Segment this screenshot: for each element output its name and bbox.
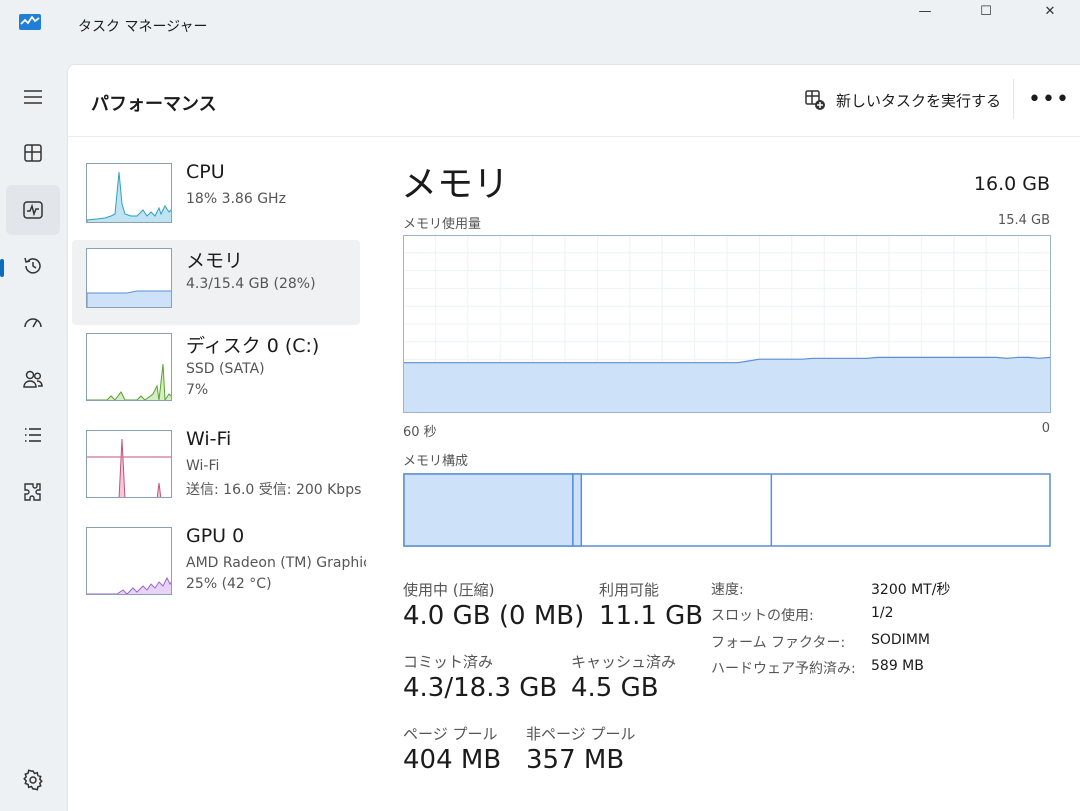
- hardware-reserved-label: ハードウェア予約済み:: [711, 661, 856, 677]
- perf-item-cpu[interactable]: CPU 18% 3.86 GHz: [72, 155, 360, 240]
- nonpaged-pool-value: 357 MB: [526, 745, 625, 775]
- speed-label: 速度:: [711, 582, 744, 598]
- slots-value: 1/2: [871, 605, 894, 621]
- hamburger-menu-button[interactable]: [6, 72, 60, 122]
- perf-item-detail: AMD Radeon (TM) Graphics: [186, 555, 366, 571]
- perf-item-disk[interactable]: ディスク 0 (C:) SSD (SATA) 7%: [72, 325, 360, 410]
- settings-gear-icon: [23, 769, 43, 791]
- command-bar: パフォーマンス 新しいタスクを実行する •••: [68, 65, 1080, 137]
- form-factor-value: SODIMM: [871, 632, 930, 648]
- minimize-button[interactable]: —: [895, 0, 955, 22]
- cached-value: 4.5 GB: [571, 673, 659, 703]
- wifi-thumbnail-graph: [86, 430, 172, 498]
- cached-label: キャッシュ済み: [571, 653, 677, 671]
- paged-pool-label: ページ プール: [403, 725, 498, 743]
- perf-item-gpu[interactable]: GPU 0 AMD Radeon (TM) Graphics 25% (42 °…: [72, 519, 366, 604]
- window-title: タスク マネージャー: [78, 19, 208, 35]
- nav-users[interactable]: [6, 354, 60, 404]
- run-new-task-button[interactable]: 新しいタスクを実行する: [804, 89, 1001, 111]
- hardware-reserved-value: 589 MB: [871, 658, 924, 674]
- history-icon: [24, 257, 41, 274]
- axis-left-label: 60 秒: [403, 425, 437, 440]
- cpu-thumbnail-graph: [86, 163, 172, 223]
- performance-list: CPU 18% 3.86 GHz メモリ 4.3/15.4 GB (28%) デ…: [72, 155, 366, 604]
- composition-modified: [572, 473, 583, 547]
- nav-app-history[interactable]: [6, 241, 60, 291]
- memory-usage-area: [404, 357, 1050, 412]
- form-factor-label: フォーム ファクター:: [711, 635, 846, 651]
- memory-total: 16.0 GB: [973, 173, 1050, 195]
- memory-usage-max: 15.4 GB: [997, 213, 1050, 228]
- memory-usage-graph: [403, 235, 1051, 413]
- perf-item-name: GPU 0: [186, 525, 245, 547]
- title-bar: タスク マネージャー — ☐ ✕: [0, 0, 1080, 58]
- nav-details[interactable]: [6, 410, 60, 460]
- command-divider: [1013, 79, 1014, 119]
- services-puzzle-icon: [24, 483, 41, 501]
- memory-usage-label: メモリ使用量: [403, 217, 482, 232]
- navigation-rail: [0, 58, 66, 811]
- users-icon: [23, 370, 43, 388]
- paged-pool-value: 404 MB: [403, 745, 502, 775]
- perf-item-name: ディスク 0 (C:): [186, 335, 320, 357]
- details-list-icon: [25, 428, 41, 442]
- memory-composition-graph: [403, 473, 1051, 547]
- memory-title: メモリ: [401, 164, 510, 205]
- nav-performance[interactable]: [6, 185, 60, 235]
- content-pane: パフォーマンス 新しいタスクを実行する ••• CPU 18% 3.86 GHz: [67, 64, 1080, 811]
- in-use-value: 4.0 GB (0 MB): [403, 601, 585, 631]
- composition-in-use: [403, 473, 574, 547]
- available-label: 利用可能: [599, 581, 660, 599]
- slots-label: スロットの使用:: [711, 608, 814, 624]
- close-button[interactable]: ✕: [1020, 0, 1080, 22]
- committed-value: 4.3/18.3 GB: [403, 673, 558, 703]
- hamburger-icon: [24, 90, 42, 104]
- committed-label: コミット済み: [403, 653, 494, 671]
- perf-item-memory[interactable]: メモリ 4.3/15.4 GB (28%): [72, 240, 360, 325]
- perf-item-wifi[interactable]: Wi-Fi Wi-Fi 送信: 16.0 受信: 200 Kbps: [72, 422, 361, 507]
- gpu-thumbnail-graph: [86, 527, 172, 595]
- disk-thumbnail-graph: [86, 333, 172, 401]
- nav-services[interactable]: [6, 467, 60, 517]
- page-title: パフォーマンス: [91, 94, 217, 115]
- perf-item-name: Wi-Fi: [186, 428, 232, 450]
- perf-item-detail-2: 送信: 16.0 受信: 200 Kbps: [186, 482, 362, 498]
- processes-icon: [24, 144, 42, 162]
- nav-settings[interactable]: [6, 755, 60, 805]
- maximize-button[interactable]: ☐: [956, 0, 1016, 22]
- performance-icon: [23, 201, 43, 219]
- new-task-icon: [805, 90, 825, 110]
- startup-icon: [24, 318, 42, 328]
- memory-composition-label: メモリ構成: [403, 454, 469, 469]
- nav-processes[interactable]: [6, 128, 60, 178]
- perf-item-detail: 18% 3.86 GHz: [186, 191, 286, 207]
- perf-item-detail-2: 25% (42 °C): [186, 576, 272, 592]
- perf-item-detail: SSD (SATA): [186, 361, 265, 377]
- speed-value: 3200 MT/秒: [871, 582, 951, 598]
- nonpaged-pool-label: 非ページ プール: [526, 725, 636, 743]
- perf-item-detail-2: 7%: [186, 382, 209, 398]
- memory-thumbnail-graph: [86, 248, 172, 308]
- available-value: 11.1 GB: [599, 601, 704, 631]
- perf-item-name: メモリ: [186, 250, 244, 272]
- run-new-task-label: 新しいタスクを実行する: [836, 91, 1002, 110]
- in-use-label: 使用中 (圧縮): [403, 581, 495, 599]
- perf-item-name: CPU: [186, 161, 225, 183]
- more-options-button[interactable]: •••: [1028, 87, 1070, 112]
- perf-item-detail: Wi-Fi: [186, 458, 220, 474]
- active-indicator: [0, 259, 4, 277]
- nav-startup-apps[interactable]: [6, 297, 60, 347]
- axis-right-label: 0: [1041, 421, 1050, 436]
- perf-item-detail: 4.3/15.4 GB (28%): [186, 276, 316, 292]
- task-manager-icon: [18, 12, 42, 32]
